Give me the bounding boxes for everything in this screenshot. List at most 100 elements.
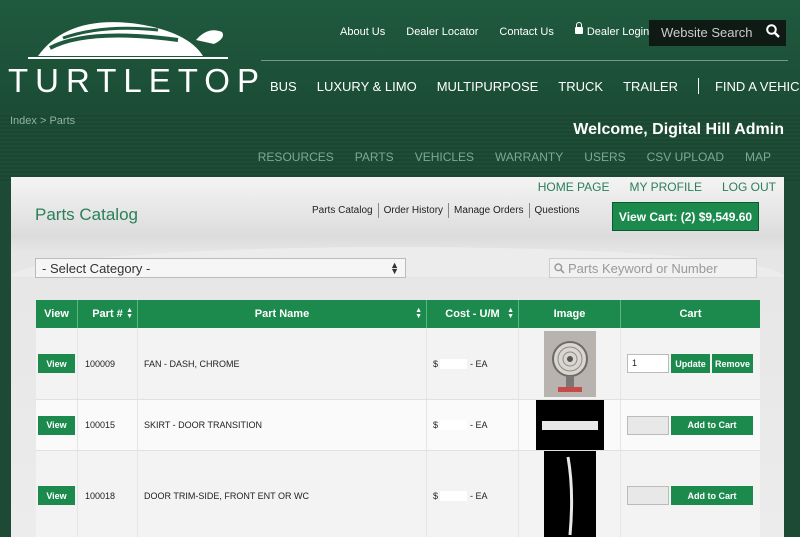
user-nav: HOME PAGE MY PROFILE LOG OUT: [518, 180, 776, 194]
header-label: View: [44, 308, 69, 320]
utility-links: About Us Dealer Locator Contact Us Deale…: [340, 22, 670, 38]
image-cell: [519, 400, 621, 450]
redacted-price: [440, 358, 468, 369]
sort-icon[interactable]: ▲ ▼: [126, 307, 133, 320]
header-label: Image: [553, 308, 586, 320]
sort-icon[interactable]: ▲ ▼: [507, 307, 514, 320]
image-cell: [519, 450, 621, 537]
quantity-input[interactable]: [627, 415, 669, 435]
add-to-cart-button[interactable]: Add to Cart: [671, 415, 753, 435]
admin-users[interactable]: USERS: [584, 150, 625, 164]
subnav-order-history[interactable]: Order History: [377, 203, 448, 218]
header-part-number[interactable]: Part # ▲ ▼: [78, 300, 138, 328]
header-label: Cart: [679, 308, 702, 320]
table-row: View 100015 SKIRT - DOOR TRANSITION $ - E…: [36, 400, 760, 451]
home-page-link[interactable]: HOME PAGE: [538, 180, 610, 194]
part-number: 100018: [78, 451, 138, 537]
quantity-input[interactable]: 1: [627, 354, 669, 373]
admin-nav: RESOURCES PARTS VEHICLES WARRANTY USERS …: [237, 150, 771, 164]
admin-parts[interactable]: PARTS: [355, 150, 394, 164]
view-button[interactable]: View: [38, 354, 75, 373]
sort-icon[interactable]: ▲ ▼: [415, 307, 422, 320]
header-cost[interactable]: Cost - U/M ▲ ▼: [427, 300, 519, 328]
view-button[interactable]: View: [38, 415, 75, 435]
update-button[interactable]: Update: [671, 354, 710, 373]
cost-cell: $ - EA: [427, 328, 519, 399]
view-cell: View: [36, 328, 78, 399]
dealer-login-link[interactable]: Dealer Login: [574, 22, 650, 38]
header-label: Part Name: [254, 308, 310, 320]
parts-table: View Part # ▲ ▼ Part Name ▲ ▼ Cost - U/M ▲ ▼ I…: [36, 300, 760, 537]
header-label: Cost - U/M: [445, 308, 500, 320]
keyword-placeholder: Parts Keyword or Number: [568, 261, 718, 276]
lock-icon: [574, 22, 583, 34]
nav-trailer[interactable]: TRAILER: [623, 79, 678, 94]
admin-resources[interactable]: RESOURCES: [258, 150, 334, 164]
admin-warranty[interactable]: WARRANTY: [495, 150, 563, 164]
header-label: Part #: [92, 308, 123, 320]
nav-truck[interactable]: TRUCK: [558, 79, 603, 94]
nav-bus[interactable]: BUS: [270, 79, 297, 94]
image-cell: [519, 328, 621, 399]
cart-cell: 1 Update Remove: [621, 328, 760, 399]
my-profile-link[interactable]: MY PROFILE: [630, 180, 702, 194]
log-out-link[interactable]: LOG OUT: [722, 180, 776, 194]
select-arrows-icon: ▲ ▼: [390, 260, 399, 276]
about-link[interactable]: About Us: [340, 26, 385, 38]
parts-keyword-input[interactable]: Parts Keyword or Number: [549, 258, 757, 278]
table-header: View Part # ▲ ▼ Part Name ▲ ▼ Cost - U/M ▲ ▼ I…: [36, 300, 760, 328]
view-cart-button[interactable]: View Cart: (2) $9,549.60: [612, 202, 759, 231]
nav-separator: [697, 78, 699, 94]
search-placeholder: Website Search: [661, 25, 753, 40]
header-view: View: [36, 300, 78, 328]
welcome-message: Welcome, Digital Hill Admin: [573, 121, 784, 138]
nav-find-vehicle[interactable]: FIND A VEHICLE: [715, 79, 800, 94]
subnav-manage-orders[interactable]: Manage Orders: [448, 203, 528, 218]
door-trim-image[interactable]: [543, 450, 596, 537]
unit-measure: EA: [475, 490, 488, 501]
nav-multipurpose[interactable]: MULTIPURPOSE: [437, 79, 539, 94]
admin-map[interactable]: MAP: [745, 150, 771, 164]
cart-cell: Add to Cart: [621, 451, 760, 537]
turtle-logo-icon: [28, 22, 228, 59]
admin-vehicles[interactable]: VEHICLES: [415, 150, 474, 164]
dealer-locator-link[interactable]: Dealer Locator: [406, 26, 478, 38]
catalog-subnav: Parts Catalog Order History Manage Order…: [307, 203, 585, 218]
dealer-login-label: Dealer Login: [586, 26, 650, 38]
search-icon: [554, 263, 565, 274]
admin-csv-upload[interactable]: CSV UPLOAD: [647, 150, 724, 164]
category-select-value: - Select Category -: [42, 261, 151, 276]
subnav-parts-catalog[interactable]: Parts Catalog: [307, 203, 378, 218]
redacted-price: [440, 490, 468, 501]
view-button[interactable]: View: [38, 486, 75, 505]
contact-link[interactable]: Contact Us: [499, 26, 553, 38]
logo-wordmark: TURTLETOP: [8, 62, 266, 99]
unit-measure: EA: [475, 358, 488, 369]
redacted-price: [440, 420, 468, 430]
part-number: 100015: [78, 400, 138, 450]
table-row: View 100009 FAN - DASH, CHROME $ - EA 1 U…: [36, 328, 760, 400]
search-icon[interactable]: [766, 24, 780, 38]
website-search-input[interactable]: Website Search: [649, 20, 786, 46]
main-nav: BUS LUXURY & LIMO MULTIPURPOSE TRUCK TRA…: [270, 78, 800, 94]
cost-cell: $ - EA: [427, 400, 519, 450]
nav-luxury-limo[interactable]: LUXURY & LIMO: [317, 79, 417, 94]
add-to-cart-button[interactable]: Add to Cart: [671, 486, 753, 505]
cost-cell: $ - EA: [427, 451, 519, 537]
header-image: Image: [519, 300, 621, 328]
turtletop-logo[interactable]: TURTLETOP: [8, 18, 266, 100]
content-panel: HOME PAGE MY PROFILE LOG OUT Parts Catal…: [11, 177, 784, 537]
category-select[interactable]: - Select Category - ▲ ▼: [35, 258, 406, 278]
fan-image[interactable]: [543, 330, 596, 397]
view-cell: View: [36, 400, 78, 450]
cost-prefix: $: [433, 490, 439, 501]
nav-divider: [261, 60, 788, 61]
quantity-input[interactable]: [627, 486, 669, 505]
skirt-image[interactable]: [535, 400, 604, 450]
remove-button[interactable]: Remove: [712, 354, 753, 373]
cart-cell: Add to Cart: [621, 400, 760, 450]
breadcrumb[interactable]: Index > Parts: [10, 115, 75, 127]
header-part-name[interactable]: Part Name ▲ ▼: [138, 300, 427, 328]
cost-prefix: $: [433, 420, 439, 430]
subnav-questions[interactable]: Questions: [528, 203, 585, 218]
